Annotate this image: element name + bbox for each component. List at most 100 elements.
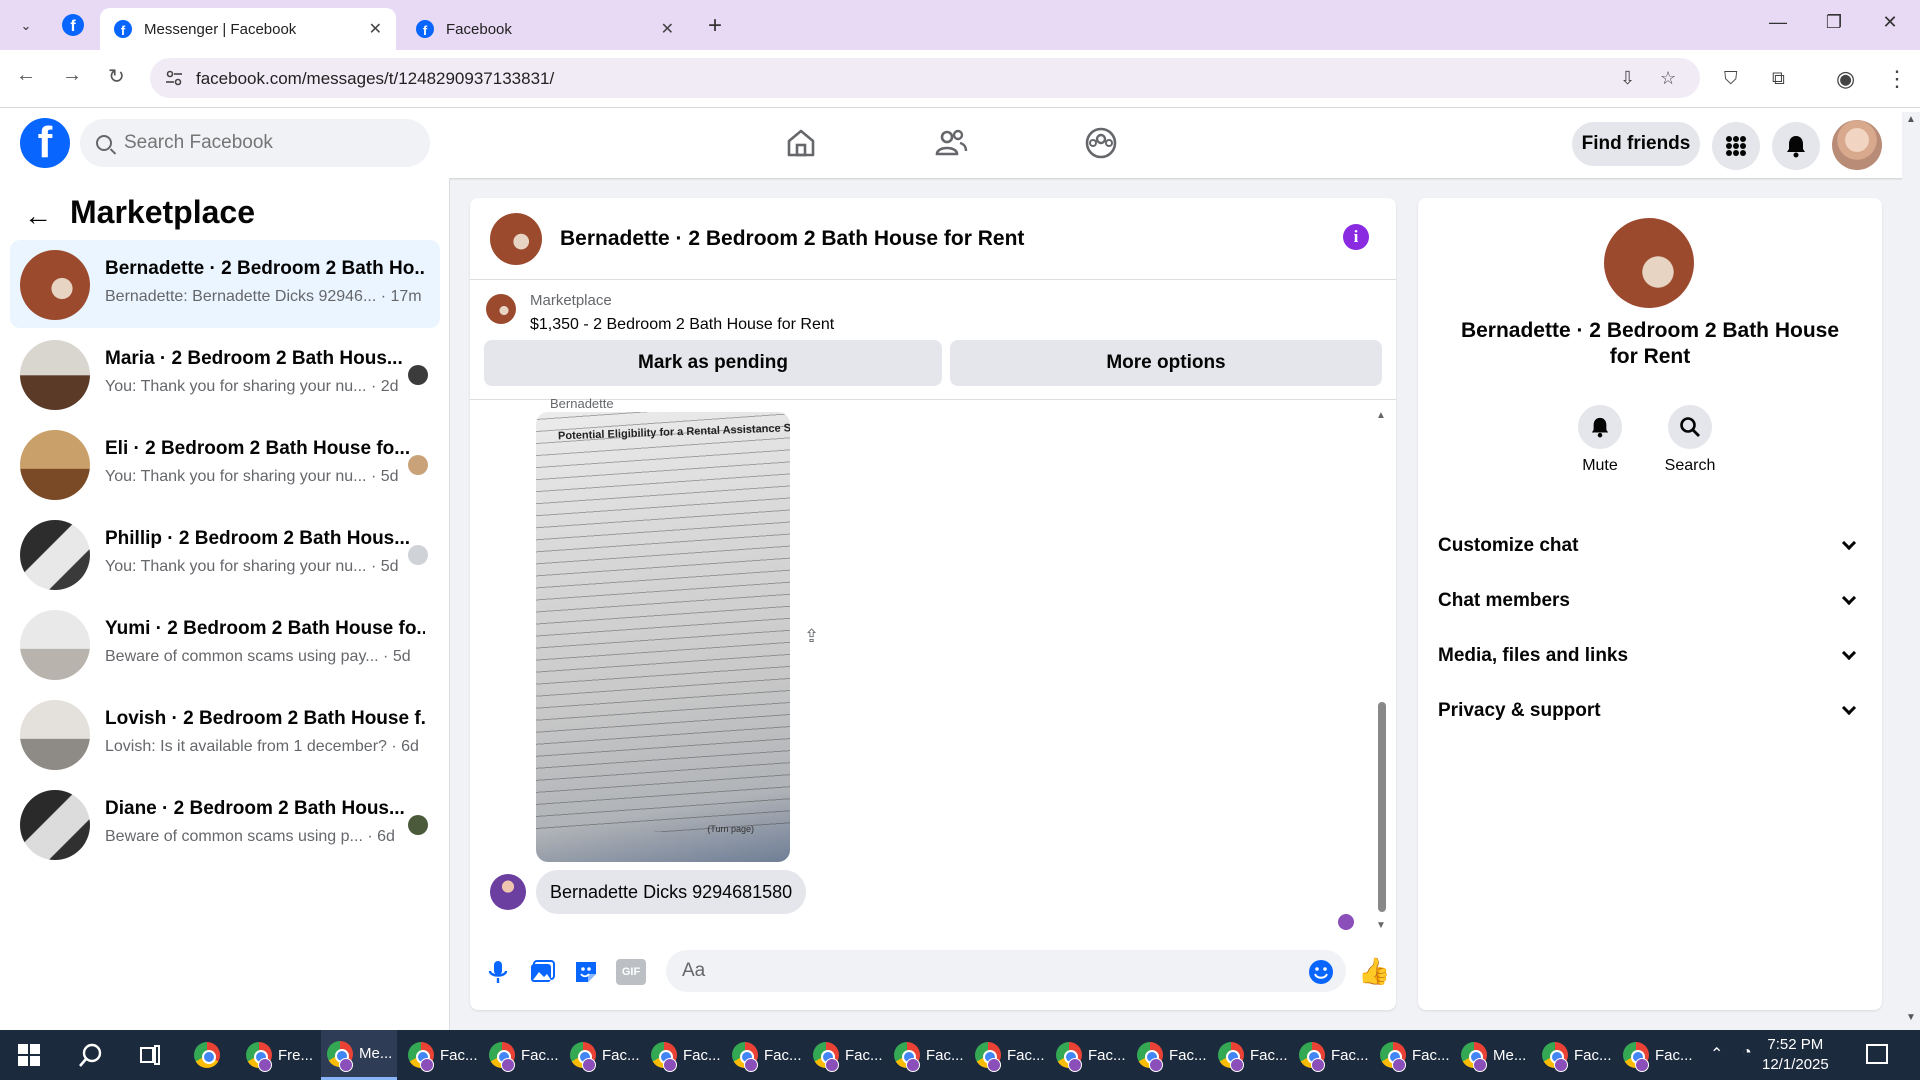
microphone-icon[interactable]	[484, 958, 512, 986]
taskbar-window-item[interactable]: Fac...	[402, 1030, 478, 1080]
media-files-links-section[interactable]: Media, files and links	[1438, 636, 1868, 676]
close-tab-icon[interactable]: ✕	[661, 19, 674, 39]
scroll-down-arrow-icon[interactable]: ▼	[1376, 920, 1386, 931]
details-avatar[interactable]	[1604, 218, 1694, 308]
facebook-icon: f	[114, 20, 132, 38]
chat-members-section[interactable]: Chat members	[1438, 581, 1868, 621]
mute-action[interactable]: Mute	[1560, 405, 1640, 475]
tab-search-dropdown[interactable]: ⌄	[12, 14, 40, 38]
conversation-item[interactable]: Eli · 2 Bedroom 2 Bath House fo... You: …	[10, 420, 440, 508]
tab-messenger[interactable]: f Messenger | Facebook ✕	[100, 8, 396, 50]
photo-icon[interactable]	[528, 958, 556, 986]
taskbar-window-item[interactable]: Fac...	[1617, 1030, 1693, 1080]
chevron-up-icon[interactable]: ⌃	[1710, 1044, 1723, 1064]
taskbar-window-item[interactable]: Fac...	[483, 1030, 559, 1080]
taskbar-window-item[interactable]: Fac...	[1131, 1030, 1207, 1080]
notification-center-icon[interactable]	[1866, 1044, 1888, 1064]
conversation-item[interactable]: Lovish · 2 Bedroom 2 Bath House f... Lov…	[10, 690, 440, 778]
friends-icon[interactable]	[934, 126, 968, 160]
taskbar-window-item[interactable]: Fac...	[726, 1030, 802, 1080]
forward-icon[interactable]: →	[62, 64, 82, 87]
scroll-down-arrow-icon[interactable]: ▼	[1906, 1012, 1916, 1023]
reload-icon[interactable]: ↻	[108, 64, 125, 89]
scroll-up-arrow-icon[interactable]: ▲	[1376, 410, 1386, 421]
restore-button[interactable]: ❐	[1814, 12, 1854, 33]
conversation-item[interactable]: Yumi · 2 Bedroom 2 Bath House fo... Bewa…	[10, 600, 440, 688]
taskbar-window-item[interactable]: Fac...	[645, 1030, 721, 1080]
close-window-button[interactable]: ✕	[1870, 12, 1910, 33]
sender-avatar[interactable]	[490, 874, 526, 910]
chat-title[interactable]: Bernadette · 2 Bedroom 2 Bath House for …	[560, 227, 1024, 251]
back-icon[interactable]: ←	[16, 64, 36, 87]
install-app-icon[interactable]: ⇩	[1620, 68, 1635, 89]
menu-kebab-icon[interactable]: ⋮	[1886, 66, 1908, 92]
taskbar-window-item[interactable]: Me...	[1455, 1030, 1531, 1080]
task-view-icon[interactable]	[138, 1044, 162, 1066]
thread-scrollbar[interactable]: ▲ ▼	[1376, 410, 1386, 931]
scrollbar-thumb[interactable]	[1378, 702, 1386, 912]
scroll-up-arrow-icon[interactable]: ▲	[1906, 114, 1916, 125]
search-icon[interactable]	[78, 1042, 104, 1068]
customize-chat-section[interactable]: Customize chat	[1438, 526, 1868, 566]
taskbar-window-item[interactable]: Fre...	[240, 1030, 316, 1080]
message-input[interactable]: Aa	[666, 950, 1346, 992]
sticker-icon[interactable]	[572, 958, 600, 986]
menu-button[interactable]	[1712, 122, 1760, 170]
gif-icon[interactable]: GIF	[616, 959, 646, 985]
shield-extension-icon[interactable]: ⛉	[1724, 68, 1738, 89]
new-tab-button[interactable]: +	[708, 12, 722, 40]
message-bubble[interactable]: Bernadette Dicks 9294681580	[536, 870, 807, 914]
windows-start-icon[interactable]	[18, 1044, 40, 1066]
back-arrow-icon[interactable]: ←	[24, 200, 52, 232]
groups-icon[interactable]	[1084, 126, 1118, 160]
privacy-support-section[interactable]: Privacy & support	[1438, 691, 1868, 731]
taskbar-window-item[interactable]: Fac...	[888, 1030, 964, 1080]
minimize-button[interactable]: —	[1758, 12, 1798, 33]
home-icon[interactable]	[784, 126, 818, 160]
taskbar-window-item[interactable]: Fac...	[1536, 1030, 1612, 1080]
more-options-button[interactable]: More options	[950, 340, 1382, 386]
conversation-item[interactable]: Diane · 2 Bedroom 2 Bath Hous... Beware …	[10, 780, 440, 868]
taskbar-window-item[interactable]: Fac...	[1212, 1030, 1288, 1080]
facebook-search[interactable]	[80, 119, 430, 167]
search-action[interactable]: Search	[1650, 405, 1730, 475]
message-photo-attachment[interactable]: Potential Eligibility for a Rental Assis…	[536, 412, 790, 862]
mark-as-pending-button[interactable]: Mark as pending	[484, 340, 942, 386]
conversation-item[interactable]: Bernadette · 2 Bedroom 2 Bath Ho... Bern…	[10, 240, 440, 328]
thumbs-up-like-icon[interactable]: 👍	[1358, 956, 1390, 987]
account-avatar[interactable]	[1832, 120, 1882, 170]
info-icon[interactable]: i	[1343, 224, 1369, 250]
taskbar-window-label: Me...	[1493, 1046, 1527, 1064]
taskbar-window-item[interactable]: Fac...	[1374, 1030, 1450, 1080]
profile-icon[interactable]: ◉	[1836, 66, 1855, 92]
wifi-icon[interactable]: ◔	[1742, 1044, 1752, 1062]
page-scrollbar[interactable]: ▲ ▼	[1902, 112, 1920, 1030]
find-friends-button[interactable]: Find friends	[1572, 122, 1700, 166]
conversation-item[interactable]: Maria · 2 Bedroom 2 Bath Hous... You: Th…	[10, 330, 440, 418]
taskbar-window-item[interactable]: Fac...	[807, 1030, 883, 1080]
site-info-icon[interactable]	[164, 68, 184, 88]
notifications-button[interactable]	[1772, 122, 1820, 170]
extensions-puzzle-icon[interactable]: ⧉	[1772, 68, 1785, 89]
listing-title[interactable]: $1,350 - 2 Bedroom 2 Bath House for Rent	[530, 316, 834, 334]
taskbar-window-item[interactable]: Fac...	[564, 1030, 640, 1080]
listing-thumbnail[interactable]	[486, 294, 516, 324]
taskbar-clock[interactable]: 7:52 PM 12/1/2025	[1762, 1035, 1829, 1075]
taskbar-window-item[interactable]: Fac...	[1293, 1030, 1369, 1080]
taskbar-window-item[interactable]: Fac...	[1050, 1030, 1126, 1080]
taskbar-chrome-icon[interactable]	[194, 1030, 220, 1080]
share-icon[interactable]: ⇪	[804, 626, 819, 647]
chat-avatar[interactable]	[490, 213, 542, 265]
conversation-item[interactable]: Phillip · 2 Bedroom 2 Bath Hous... You: …	[10, 510, 440, 598]
taskbar-window-item[interactable]: Me...	[321, 1030, 397, 1080]
taskbar-window-item[interactable]: Fac...	[969, 1030, 1045, 1080]
message-input-placeholder: Aa	[682, 960, 706, 981]
tab-facebook[interactable]: f Facebook ✕	[402, 8, 688, 50]
bookmark-star-icon[interactable]: ☆	[1660, 68, 1676, 89]
search-input[interactable]	[124, 132, 404, 154]
close-tab-icon[interactable]: ✕	[369, 19, 382, 39]
pinned-facebook-tab[interactable]: f	[60, 12, 86, 38]
emoji-icon[interactable]	[1308, 959, 1334, 985]
facebook-logo-icon[interactable]: f	[20, 118, 70, 168]
address-bar[interactable]: facebook.com/messages/t/1248290937133831…	[150, 58, 1700, 98]
